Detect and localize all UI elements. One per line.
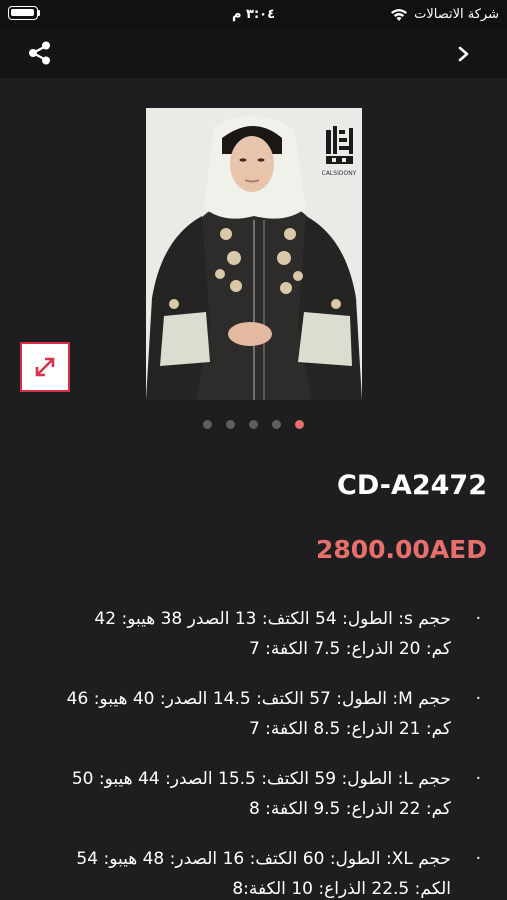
logo-text: CALSIDONY	[322, 170, 357, 177]
size-item: · حجم M: الطول: 57 الكتف: 14.5 الصدر: 40…	[21, 684, 483, 744]
size-item: · حجم XL: الطول: 60 الكتف: 16 الصدر: 48 …	[21, 844, 483, 900]
bullet-icon: ·	[475, 849, 481, 869]
size-line: حجم L: الطول: 59 الكتف: 15.5 الصدر: 44 ه…	[71, 769, 451, 789]
size-line: الكم: 22.5 الذراع: 10 الكفة:8	[232, 879, 451, 899]
product-photo-illustration: CALSIDONY	[146, 108, 362, 400]
carrier-group: شركة الاتصالات	[390, 7, 499, 22]
size-line: حجم XL: الطول: 60 الكتف: 16 الصدر: 48 هي…	[76, 849, 451, 869]
bullet-icon: ·	[475, 689, 481, 709]
carousel-pager	[0, 420, 507, 429]
carousel-dot[interactable]	[249, 420, 258, 429]
bullet-icon: ·	[475, 609, 481, 629]
product-price: 2800.00AED	[315, 535, 487, 564]
size-item: · حجم L: الطول: 59 الكتف: 15.5 الصدر: 44…	[21, 764, 483, 824]
size-item: · حجم s: الطول: 54 الكتف: 13 الصدر 38 هي…	[21, 604, 483, 664]
product-image[interactable]: CALSIDONY	[146, 108, 362, 400]
expand-arrows-icon	[35, 357, 55, 377]
size-list: · حجم s: الطول: 54 الكتف: 13 الصدر 38 هي…	[21, 604, 483, 900]
size-line: كم: 22 الذراع: 9.5 الكفة: 8	[248, 799, 451, 819]
carousel-dot[interactable]	[203, 420, 212, 429]
carousel-dot-active[interactable]	[295, 420, 304, 429]
carrier-name: شركة الاتصالات	[414, 7, 499, 22]
wifi-icon	[391, 8, 408, 21]
nav-bar	[0, 30, 507, 78]
size-line: حجم s: الطول: 54 الكتف: 13 الصدر 38 هيبو…	[94, 609, 451, 629]
chevron-right-icon[interactable]	[453, 42, 475, 66]
status-bar: ٣:٠٤ م شركة الاتصالات	[0, 0, 507, 30]
bullet-icon: ·	[475, 769, 481, 789]
carousel-dot[interactable]	[226, 420, 235, 429]
share-icon[interactable]	[26, 39, 54, 67]
carousel-dot[interactable]	[272, 420, 281, 429]
size-line: كم: 20 الذراع: 7.5 الكفة: 7	[248, 639, 451, 659]
expand-image-button[interactable]	[20, 342, 70, 392]
size-line: حجم M: الطول: 57 الكتف: 14.5 الصدر: 40 ه…	[66, 689, 451, 709]
size-line: كم: 21 الذراع: 8.5 الكفة: 7	[248, 719, 451, 739]
product-code: CD-A2472	[337, 470, 487, 501]
